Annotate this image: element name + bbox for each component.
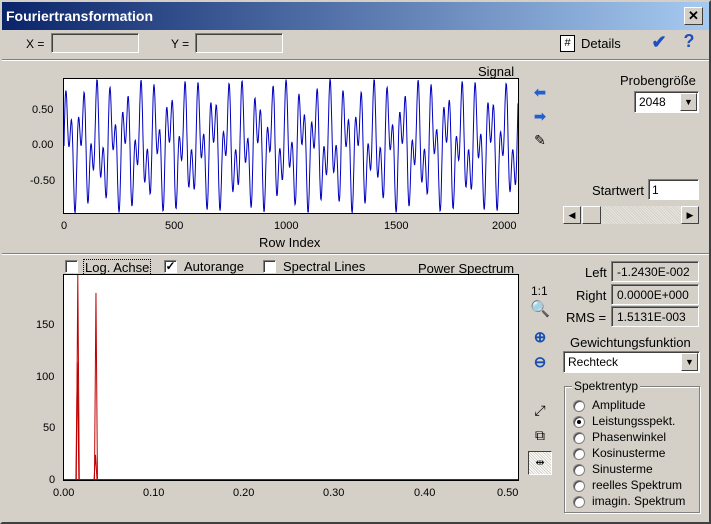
spectrum-peak [93,292,98,480]
arrow-left-icon[interactable]: ⬅ [531,84,549,100]
spectrum-y-tick-0: 0 [49,474,56,486]
signal-title: Signal [478,64,515,79]
spectrum-x-tick-0.40: 0.40 [414,487,436,499]
signal-x-tick-0: 0 [61,220,68,232]
scroll-thumb[interactable] [582,206,601,224]
spectral-cursor-icon[interactable]: ⇹ [528,451,552,475]
y-label: Y = [171,37,190,51]
autorange-label[interactable]: Autorange [184,259,244,274]
spectrum-chart-svg [64,275,518,480]
spectrum-type-radio[interactable] [573,464,585,476]
details-label: Details [581,36,621,51]
spectrum-type-radio[interactable] [573,400,585,412]
rms-value-field: 1.5131E-003 [611,306,699,327]
signal-x-tick-500: 500 [165,220,184,232]
spectrum-x-tick-0.20: 0.20 [233,487,255,499]
left-label: Left [585,265,607,280]
zoom-ratio-label: 1:1 [531,284,548,298]
spectrum-type-option-label[interactable]: Phasenwinkel [592,430,666,444]
signal-x-axis-label: Row Index [259,235,321,250]
rms-value: 1.5131E-003 [617,310,686,324]
sample-size-label: Probengröße [620,73,696,88]
right-value-field: 0.0000E+000 [611,284,699,305]
log-axis-checkbox[interactable] [65,260,78,273]
copy-windows-icon[interactable]: ⧉ [531,427,549,443]
y-coordinate-field [195,33,283,53]
ok-check-icon[interactable]: ✔ [650,33,668,51]
start-value-text: 1 [652,183,659,197]
left-value: -1.2430E-002 [617,265,690,279]
spectrum-type-option-label[interactable]: imagin. Spektrum [592,494,685,508]
spectrum-type-radio[interactable] [573,432,585,444]
signal-series-line [64,79,518,213]
scroll-left-icon[interactable]: ◀ [563,206,581,224]
spectrum-type-radio[interactable] [573,496,585,508]
spectrum-type-radio[interactable] [573,480,585,492]
spectrum-type-label: Spektrentyp [572,379,641,393]
zoom-out-icon[interactable]: ⊖ [530,355,550,371]
spectrum-type-option-label[interactable]: Amplitude [592,398,645,412]
spectrum-type-option-label[interactable]: Leistungsspekt. [592,414,675,428]
left-value-field: -1.2430E-002 [611,261,699,282]
spectral-lines-label[interactable]: Spectral Lines [283,259,365,274]
details-button[interactable]: # Details [560,34,630,54]
spectrum-y-tick-50: 50 [43,422,56,434]
x-coordinate-field [51,33,139,53]
start-value-scrollbar[interactable]: ◀ ▶ [563,206,699,224]
x-label: X = [26,37,45,51]
scroll-right-icon[interactable]: ▶ [681,206,699,224]
zoom-fit-icon[interactable]: 🔍 [530,302,550,318]
start-value-label: Startwert [592,183,645,198]
title-bar: Fouriertransformation ✕ [0,0,711,30]
spectrum-type-option-label[interactable]: reelles Spektrum [592,478,682,492]
rms-label: RMS = [566,310,607,325]
weighting-select[interactable]: Rechteck ▼ [563,351,700,373]
help-icon[interactable]: ? [681,32,697,50]
sample-size-value: 2048 [639,95,666,109]
window-title: Fouriertransformation [6,8,154,24]
weighting-value: Rechteck [568,355,619,369]
spectrum-x-tick-0.30: 0.30 [323,487,345,499]
signal-plot [63,78,519,214]
signal-chart-svg [64,79,518,213]
spectrum-x-tick-0.00: 0.00 [53,487,75,499]
spectrum-type-option-label[interactable]: Sinusterme [592,462,653,476]
spectrum-y-tick-150: 150 [36,319,55,331]
close-button[interactable]: ✕ [684,7,703,25]
chevron-down-icon[interactable]: ▼ [680,93,697,111]
close-icon: ✕ [688,8,699,23]
signal-x-tick-2000: 2000 [492,220,517,232]
zoom-in-icon[interactable]: ⊕ [530,330,550,346]
start-value-input[interactable]: 1 [648,179,699,200]
spectrum-x-tick-0.50: 0.50 [497,487,519,499]
chevron-down-icon[interactable]: ▼ [681,353,698,371]
sample-size-select[interactable]: 2048 ▼ [634,91,699,113]
eyedropper-icon[interactable]: ✎ [531,132,549,148]
expand-icon[interactable]: ⤢ [531,402,549,418]
signal-y-tick-minus-0.50: -0.50 [30,175,56,187]
panel-divider [2,253,709,255]
toolbar-divider [2,59,709,61]
spectrum-type-radio[interactable] [573,448,585,460]
signal-y-tick-0.50: 0.50 [32,104,54,116]
document-icon: # [560,35,575,52]
autorange-checkbox[interactable]: ✓ [164,260,177,273]
signal-x-tick-1500: 1500 [384,220,409,232]
spectrum-x-tick-0.10: 0.10 [143,487,165,499]
spectrum-type-radio[interactable] [573,416,585,428]
right-label: Right [576,288,607,303]
spectrum-type-option-label[interactable]: Kosinusterme [592,446,665,460]
weighting-label: Gewichtungsfunktion [570,335,691,350]
spectrum-y-tick-100: 100 [36,371,55,383]
spectral-lines-checkbox[interactable] [263,260,276,273]
signal-y-tick-0.00: 0.00 [32,139,54,151]
signal-x-tick-1000: 1000 [274,220,299,232]
spectrum-plot [63,274,519,481]
right-value: 0.0000E+000 [617,288,689,302]
arrow-right-icon[interactable]: ➡ [531,108,549,124]
